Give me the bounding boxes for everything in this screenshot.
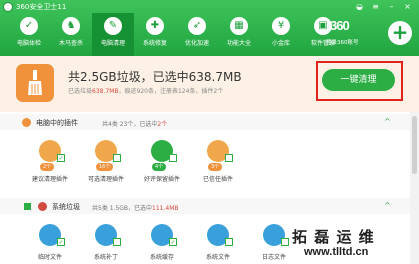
nav-item-checkup[interactable]: ✓ 电脑体检 bbox=[8, 13, 50, 56]
rocket-icon: ➶ bbox=[188, 17, 206, 35]
broom-icon: ✎ bbox=[104, 17, 122, 35]
highlight-box bbox=[316, 61, 403, 101]
junk-item-patch[interactable]: 系统补丁 bbox=[80, 224, 136, 264]
item-label: 临时文件 bbox=[37, 254, 62, 261]
detail-prefix: 已选垃圾 bbox=[68, 88, 93, 95]
section-header-system-junk[interactable]: 系统垃圾 共5类 1.5GB，已选中111.4MB ^ bbox=[0, 198, 410, 214]
section-meta: 共4类 23个，已选中2个 bbox=[102, 119, 167, 128]
item-checkbox[interactable]: ✓ bbox=[169, 238, 177, 246]
detail-rest: ，痕迹920条，注册表124条，插件2个 bbox=[118, 88, 224, 95]
chevron-up-icon[interactable]: ^ bbox=[384, 117, 391, 126]
nav-item-cleanup[interactable]: ✎ 电脑清理 bbox=[92, 13, 134, 56]
item-checkbox[interactable]: ✓ bbox=[57, 238, 65, 246]
junk-item-cache[interactable]: ✓ 系统缓存 bbox=[136, 224, 192, 264]
detail-size: 638.7MB bbox=[92, 88, 119, 95]
junk-total-headline: 共2.5GB垃圾，已选中638.7MB bbox=[68, 70, 242, 84]
app-logo-icon bbox=[3, 2, 13, 12]
add-button[interactable]: + bbox=[388, 21, 412, 45]
watermark-url: www.tlltd.cn bbox=[304, 246, 369, 258]
item-label: 可选清理插件 bbox=[87, 176, 124, 183]
nav-item-features[interactable]: ▦ 功能大全 bbox=[218, 13, 260, 56]
account-login[interactable]: 360 登录360账号 bbox=[324, 16, 384, 50]
item-checkbox[interactable] bbox=[113, 238, 121, 246]
section-checkbox[interactable] bbox=[24, 203, 31, 210]
section-title: 系统垃圾 bbox=[52, 203, 80, 211]
horse-icon: ♞ bbox=[62, 17, 80, 35]
top-bar: 360安全卫士11 ◒ ≡ – × ✓ 电脑体检 ♞ 木马查杀 ✎ 电脑清理 ✚… bbox=[0, 0, 419, 56]
grid-icon: ▦ bbox=[230, 17, 248, 35]
nav-item-speedup[interactable]: ➶ 优化加速 bbox=[176, 13, 218, 56]
title-bar: 360安全卫士11 ◒ ≡ – × bbox=[0, 0, 419, 14]
scrollbar-thumb[interactable] bbox=[412, 116, 417, 174]
item-label: 系统缓存 bbox=[149, 254, 174, 261]
system-junk-icon bbox=[38, 202, 47, 211]
app-window: 360安全卫士11 ◒ ≡ – × ✓ 电脑体检 ♞ 木马查杀 ✎ 电脑清理 ✚… bbox=[0, 0, 419, 264]
junk-item-system-files[interactable]: 系统文件 bbox=[192, 224, 248, 264]
count-badge: 2个 bbox=[40, 163, 55, 171]
item-checkbox[interactable] bbox=[169, 154, 177, 162]
meta-prefix: 共5类 1.5GB，已选中 bbox=[92, 205, 153, 212]
minimize-button[interactable]: – bbox=[386, 1, 397, 12]
meta-value: 111.4MB bbox=[152, 205, 179, 212]
count-badge: 4个 bbox=[152, 163, 167, 171]
brand-logo: 360 bbox=[330, 18, 350, 33]
nav-item-repair[interactable]: ✚ 系统修复 bbox=[134, 13, 176, 56]
junk-item-temp[interactable]: ✓ 临时文件 bbox=[24, 224, 80, 264]
section-header-plugins[interactable]: 电脑中的插件 共4类 23个，已选中2个 ^ bbox=[0, 114, 410, 130]
item-label: 已信任插件 bbox=[202, 176, 233, 183]
item-checkbox[interactable] bbox=[225, 154, 233, 162]
plugin-item-recommended[interactable]: ✓ 2个 建议清理插件 bbox=[24, 140, 80, 186]
chevron-up-icon[interactable]: ^ bbox=[384, 201, 391, 210]
wrench-shield-icon: ✚ bbox=[146, 17, 164, 35]
app-title: 360安全卫士11 bbox=[16, 3, 67, 11]
item-label: 好评保留插件 bbox=[143, 176, 180, 183]
section-meta: 共5类 1.5GB，已选中111.4MB bbox=[92, 203, 179, 212]
coin-icon: ¥ bbox=[272, 17, 290, 35]
item-checkbox[interactable]: ✓ bbox=[57, 154, 65, 162]
count-badge: 3个 bbox=[208, 163, 223, 171]
junk-detail-line: 已选垃圾638.7MB，痕迹920条，注册表124条，插件2个 bbox=[68, 86, 223, 95]
plugin-item-trusted[interactable]: 3个 已信任插件 bbox=[192, 140, 248, 186]
puzzle-icon bbox=[22, 118, 31, 127]
item-label: 建议清理插件 bbox=[31, 176, 68, 183]
item-label: 系统补丁 bbox=[93, 254, 118, 261]
skin-icon[interactable]: ◒ bbox=[354, 1, 365, 12]
item-checkbox[interactable] bbox=[225, 238, 233, 246]
meta-value: 2个 bbox=[157, 121, 168, 128]
plugin-item-optional[interactable]: 16个 可选清理插件 bbox=[80, 140, 136, 186]
meta-prefix: 共4类 23个，已选中 bbox=[102, 121, 158, 128]
item-label: 系统文件 bbox=[205, 254, 230, 261]
broom-icon bbox=[16, 64, 54, 102]
section-title: 电脑中的插件 bbox=[36, 119, 78, 127]
close-button[interactable]: × bbox=[402, 1, 413, 12]
item-label: 日志文件 bbox=[261, 254, 286, 261]
main-nav: ✓ 电脑体检 ♞ 木马查杀 ✎ 电脑清理 ✚ 系统修复 ➶ 优化加速 ▦ 功能大… bbox=[0, 13, 350, 56]
nav-item-trojan[interactable]: ♞ 木马查杀 bbox=[50, 13, 92, 56]
shield-check-icon: ✓ bbox=[20, 17, 38, 35]
watermark-text: 拓 磊 运 维 bbox=[292, 228, 375, 246]
item-checkbox[interactable] bbox=[281, 238, 289, 246]
nav-item-vault[interactable]: ¥ 小金库 bbox=[260, 13, 302, 56]
count-badge: 16个 bbox=[96, 163, 114, 171]
menu-button[interactable]: ≡ bbox=[370, 1, 381, 12]
plugin-item-rated[interactable]: 4个 好评保留插件 bbox=[136, 140, 192, 186]
item-checkbox[interactable] bbox=[113, 154, 121, 162]
login-link[interactable]: 登录360账号 bbox=[326, 38, 359, 46]
